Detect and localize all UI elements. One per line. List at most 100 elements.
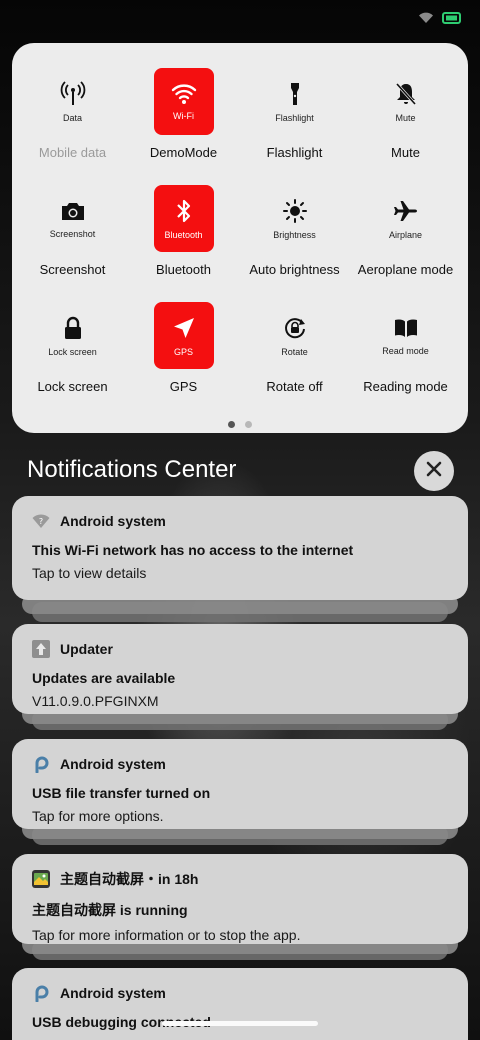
qs-tile-mute[interactable]: Mute Mute xyxy=(350,43,461,160)
notification-app-name: 主题自动截屏・in 18h xyxy=(60,871,199,887)
notification-group: Android system USB file transfer turned … xyxy=(12,739,468,845)
qs-tile-button[interactable]: Airplane xyxy=(376,185,436,252)
qs-tile-label: Lock screen xyxy=(48,346,97,357)
wifi-question-icon: ? xyxy=(32,512,50,530)
qs-tile-gps[interactable]: GPS GPS xyxy=(128,277,239,394)
notification-card[interactable]: 主题自动截屏・in 18h 主题自动截屏 is running Tap for … xyxy=(12,854,468,944)
qs-tile-caption: Flashlight xyxy=(266,145,323,160)
qs-tile-rotate[interactable]: Rotate Rotate off xyxy=(239,277,350,394)
qs-tile-caption: Mute xyxy=(391,145,420,160)
qs-tile-lock-screen[interactable]: Lock screen Lock screen xyxy=(17,277,128,394)
notifications-center-title: Notifications Center xyxy=(27,456,237,483)
qs-tile-button[interactable]: GPS xyxy=(153,302,214,369)
notification-card[interactable]: ? Android system This Wi-Fi network has … xyxy=(12,496,468,600)
notification-app-row: ? Android system xyxy=(32,510,448,532)
notification-app-row: Updater xyxy=(32,638,448,660)
qs-tile-caption: Auto brightness xyxy=(249,262,340,277)
qs-tile-airplane[interactable]: Airplane Aeroplane mode xyxy=(350,160,461,277)
notification-body: Tap for more options. xyxy=(32,808,164,824)
notification-body: Tap to view details xyxy=(32,565,147,581)
status-bar xyxy=(0,0,480,36)
notification-card[interactable]: Updater Updates are available V11.0.9.0.… xyxy=(12,624,468,714)
notification-group: Updater Updates are available V11.0.9.0.… xyxy=(12,624,468,730)
qs-tile-mobile-data[interactable]: Data Mobile data xyxy=(17,43,128,160)
close-icon xyxy=(426,461,442,482)
qs-tile-label: Wi-Fi xyxy=(173,110,194,121)
svg-text:?: ? xyxy=(39,517,43,526)
notification-app-row: Android system xyxy=(32,982,448,1004)
qs-tile-label: Bluetooth xyxy=(164,229,203,240)
qs-tile-button[interactable]: Lock screen xyxy=(43,302,103,369)
qs-tile-label: GPS xyxy=(173,346,193,357)
qs-tile-label: Flashlight xyxy=(275,112,314,123)
qs-tile-wifi[interactable]: Wi-Fi DemoMode xyxy=(128,43,239,160)
notification-app-name: Android system xyxy=(60,513,166,529)
notification-title: Updates are available xyxy=(32,670,176,686)
page-dot-active[interactable] xyxy=(228,421,235,428)
book-icon xyxy=(393,316,419,340)
qs-tile-button[interactable]: Read mode xyxy=(376,302,436,369)
usb-p-icon xyxy=(32,755,50,773)
wifi-icon xyxy=(171,83,197,105)
qs-tile-caption: GPS xyxy=(169,379,198,394)
qs-tile-caption: Screenshot xyxy=(39,262,106,277)
notification-group: Android system USB debugging connected xyxy=(12,968,468,1040)
qs-tile-button[interactable]: Mute xyxy=(376,68,436,135)
qs-tile-flashlight[interactable]: Flashlight Flashlight xyxy=(239,43,350,160)
qs-tile-caption: Bluetooth xyxy=(156,262,211,277)
page-indicator xyxy=(12,421,468,428)
notification-body: V11.0.9.0.PFGINXM xyxy=(32,693,159,709)
qs-tile-button[interactable]: Brightness xyxy=(265,185,325,252)
qs-tile-caption: Reading mode xyxy=(363,379,448,394)
qs-tile-button[interactable]: Screenshot xyxy=(43,185,103,252)
qs-tile-caption: Mobile data xyxy=(38,145,107,160)
qs-tile-screenshot[interactable]: Screenshot Screenshot xyxy=(17,160,128,277)
notification-title: 主题自动截屏 is running xyxy=(32,902,188,918)
bell-off-icon xyxy=(393,81,419,107)
qs-tile-label: Read mode xyxy=(382,345,429,356)
qs-tile-label: Airplane xyxy=(388,229,423,240)
qs-tile-button[interactable]: Rotate xyxy=(265,302,325,369)
qs-tile-caption: DemoMode xyxy=(149,145,218,160)
qs-tile-bluetooth[interactable]: Bluetooth Bluetooth xyxy=(128,160,239,277)
qs-tile-caption: Rotate off xyxy=(266,379,323,394)
qs-tile-label: Data xyxy=(62,112,82,123)
qs-tile-button[interactable]: Data xyxy=(43,68,103,135)
rotate-lock-icon xyxy=(282,315,308,341)
notification-title: This Wi-Fi network has no access to the … xyxy=(32,542,354,558)
bluetooth-icon xyxy=(174,198,194,224)
notification-app-row: 主题自动截屏・in 18h xyxy=(32,868,448,890)
battery-icon xyxy=(442,12,462,24)
update-arrow-icon xyxy=(32,640,50,658)
qs-tile-button[interactable]: Flashlight xyxy=(265,68,325,135)
usb-p-icon xyxy=(32,984,50,1002)
camera-icon xyxy=(60,199,86,223)
qs-tile-caption: Aeroplane mode xyxy=(357,262,454,277)
notification-body: Tap for more information or to stop the … xyxy=(32,927,301,943)
page-dot[interactable] xyxy=(245,421,252,428)
airplane-icon xyxy=(393,198,419,224)
qs-tile-button[interactable]: Bluetooth xyxy=(153,185,214,252)
qs-tile-reading-mode[interactable]: Read mode Reading mode xyxy=(350,277,461,394)
notification-card[interactable]: Android system USB debugging connected xyxy=(12,968,468,1040)
home-indicator[interactable] xyxy=(162,1021,318,1026)
notification-app-name: Android system xyxy=(60,985,166,1001)
quick-settings-panel: Data Mobile data Wi-Fi DemoMode Flashlig… xyxy=(12,43,468,433)
qs-tile-label: Mute xyxy=(395,112,416,123)
notification-title: USB file transfer turned on xyxy=(32,785,211,801)
notification-app-name: Android system xyxy=(60,756,166,772)
notification-group: 主题自动截屏・in 18h 主题自动截屏 is running Tap for … xyxy=(12,854,468,960)
notification-app-row: Android system xyxy=(32,753,448,775)
clear-all-button[interactable] xyxy=(414,451,454,491)
location-arrow-icon xyxy=(171,315,197,341)
wifi-status-icon xyxy=(418,12,434,24)
app-thumbnail-icon xyxy=(32,870,50,888)
notification-card[interactable]: Android system USB file transfer turned … xyxy=(12,739,468,829)
qs-tile-brightness[interactable]: Brightness Auto brightness xyxy=(239,160,350,277)
qs-tile-caption: Lock screen xyxy=(37,379,108,394)
lock-icon xyxy=(61,315,85,341)
qs-tile-button[interactable]: Wi-Fi xyxy=(153,68,214,135)
qs-tile-label: Rotate xyxy=(281,346,308,357)
notification-app-name: Updater xyxy=(60,641,113,657)
sun-icon xyxy=(282,198,308,224)
